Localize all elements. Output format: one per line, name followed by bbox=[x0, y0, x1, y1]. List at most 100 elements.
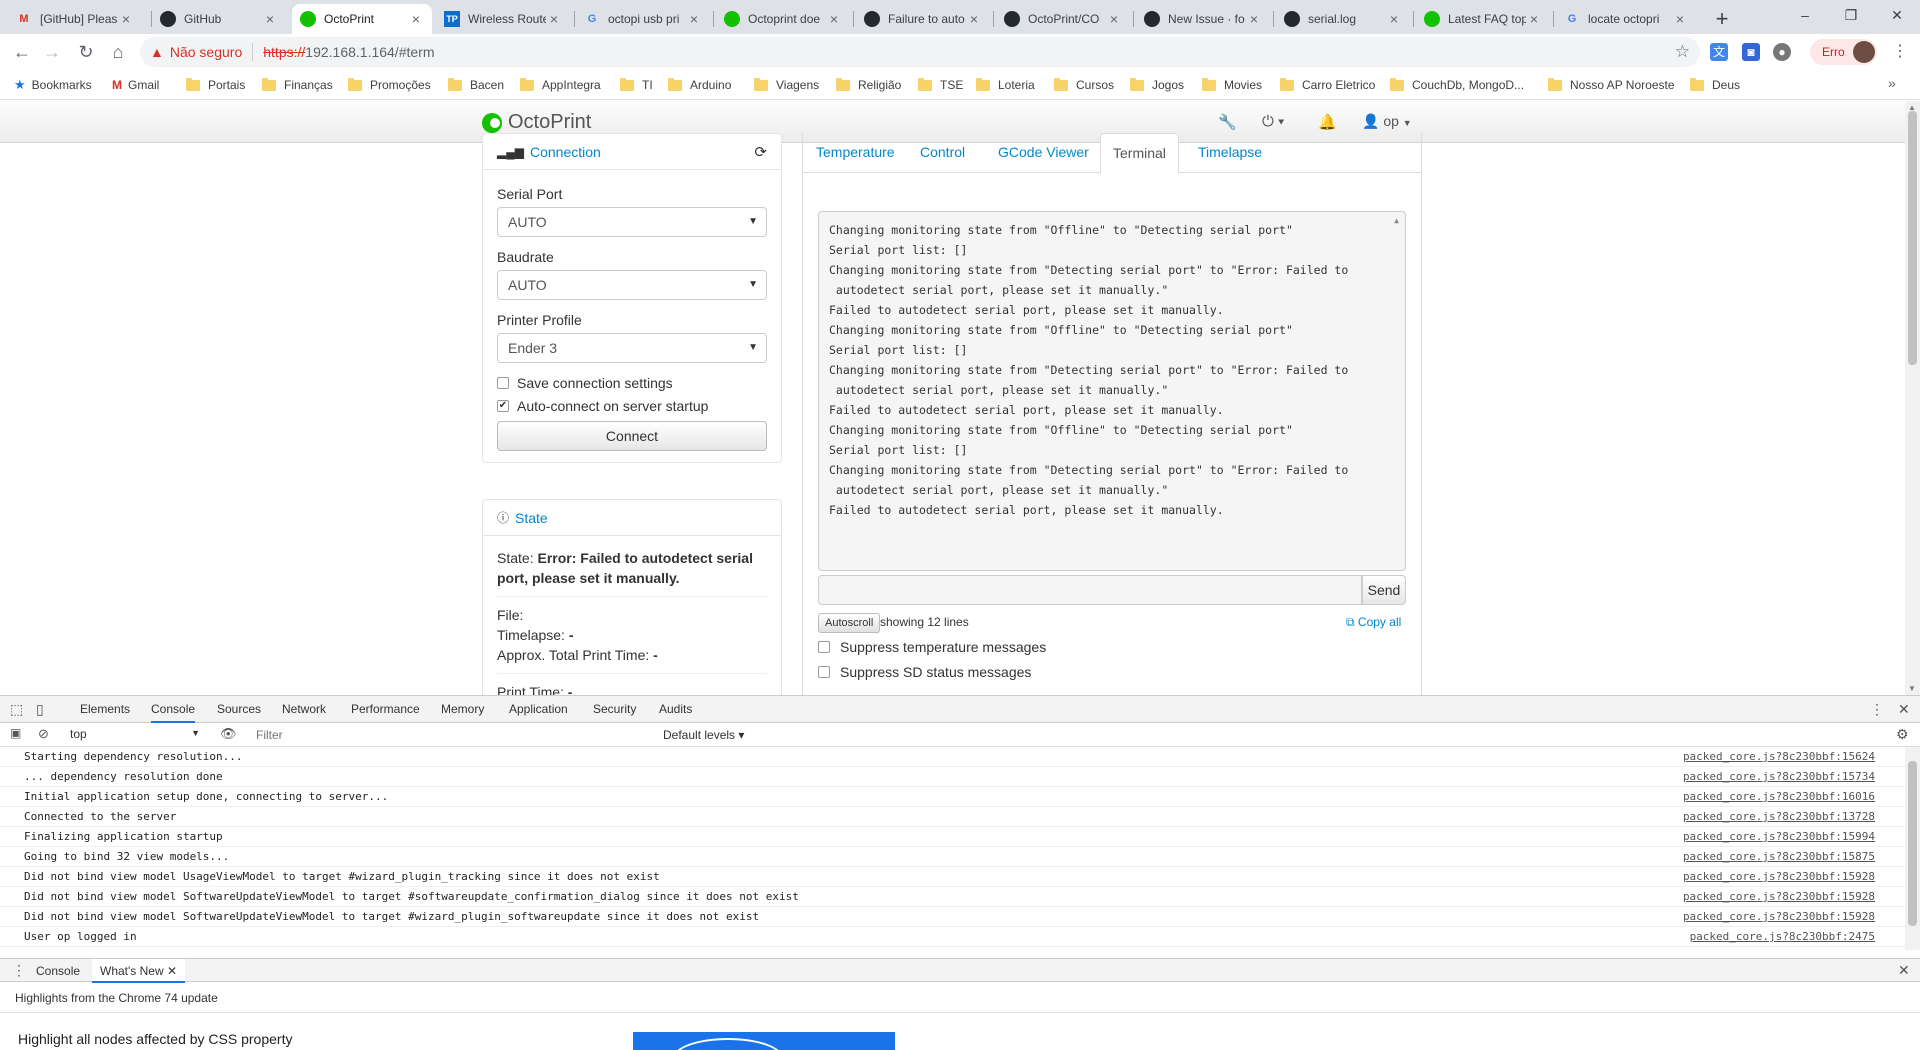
bookmark-item[interactable]: AppIntegra bbox=[520, 76, 601, 94]
console-source-link[interactable]: packed_core.js?8c230bbf:13728 bbox=[1683, 810, 1875, 823]
profile-button[interactable]: Erro bbox=[1810, 39, 1877, 65]
devtools-tab-application[interactable]: Application bbox=[509, 696, 568, 723]
device-toolbar-icon[interactable]: ▯ bbox=[36, 701, 44, 718]
close-tab-icon[interactable]: × bbox=[546, 11, 562, 27]
bookmarks-overflow-icon[interactable]: » bbox=[1888, 75, 1896, 91]
devtools-tab-elements[interactable]: Elements bbox=[80, 696, 130, 723]
bookmark-item[interactable]: TSE bbox=[918, 76, 963, 94]
console-source-link[interactable]: packed_core.js?8c230bbf:15734 bbox=[1683, 770, 1875, 783]
close-tab-icon[interactable]: × bbox=[1106, 11, 1122, 27]
scroll-up-icon[interactable]: ▲ bbox=[1394, 216, 1399, 225]
close-tab-icon[interactable]: × bbox=[262, 11, 278, 27]
scrollbar-thumb[interactable] bbox=[1908, 111, 1917, 365]
browser-menu-icon[interactable]: ⋮ bbox=[1890, 38, 1910, 66]
camera-extension-icon[interactable]: ◙ bbox=[1742, 43, 1760, 61]
browser-tab[interactable]: G locate octopri × bbox=[1556, 4, 1696, 34]
scrollbar-thumb[interactable] bbox=[1908, 761, 1917, 926]
bookmark-item[interactable]: Bacen bbox=[448, 76, 504, 94]
gear-icon[interactable]: ⚙ bbox=[1896, 726, 1909, 743]
bookmark-item[interactable]: Viagens bbox=[754, 76, 819, 94]
security-label[interactable]: Não seguro bbox=[170, 44, 242, 60]
translate-extension-icon[interactable]: 文 bbox=[1710, 43, 1728, 61]
browser-tab[interactable]: OctoPrint/CO × bbox=[996, 4, 1130, 34]
octoprint-brand[interactable]: OctoPrint bbox=[482, 111, 591, 134]
console-scrollbar[interactable] bbox=[1905, 747, 1920, 950]
eye-icon[interactable]: 👁 bbox=[220, 726, 237, 742]
browser-tab-active[interactable]: OctoPrint × bbox=[292, 4, 432, 34]
close-tab-icon[interactable]: × bbox=[1246, 11, 1262, 27]
baudrate-select[interactable]: AUTO ▼ bbox=[497, 270, 767, 300]
browser-tab[interactable]: GitHub × bbox=[152, 4, 286, 34]
console-source-link[interactable]: packed_core.js?8c230bbf:15928 bbox=[1683, 870, 1875, 883]
browser-tab[interactable]: Failure to auto × bbox=[856, 4, 990, 34]
bookmark-item[interactable]: Arduino bbox=[668, 76, 731, 94]
bookmark-item[interactable]: Finanças bbox=[262, 76, 333, 94]
bookmark-item[interactable]: Carro Eletrico bbox=[1280, 76, 1375, 94]
devtools-tab-console[interactable]: Console bbox=[151, 696, 196, 723]
browser-tab[interactable]: G octopi usb pri × bbox=[576, 4, 710, 34]
serial-port-select[interactable]: AUTO ▼ bbox=[497, 207, 767, 237]
console-source-link[interactable]: packed_core.js?8c230bbf:15928 bbox=[1683, 910, 1875, 923]
save-settings-checkbox[interactable]: Save connection settings bbox=[497, 375, 767, 391]
close-tab-icon[interactable]: × bbox=[686, 11, 702, 27]
browser-tab[interactable]: M [GitHub] Pleas × bbox=[8, 4, 142, 34]
autoscroll-button[interactable]: Autoscroll bbox=[818, 613, 881, 633]
close-window-icon[interactable]: ✕ bbox=[1874, 0, 1920, 30]
back-icon[interactable]: ← bbox=[8, 38, 36, 66]
user-menu[interactable]: 👤 op ▼ bbox=[1362, 113, 1412, 130]
close-tab-icon[interactable]: × bbox=[1672, 11, 1688, 27]
printer-profile-select[interactable]: Ender 3 ▼ bbox=[497, 333, 767, 363]
checkbox-box-checked[interactable]: ✔ bbox=[497, 400, 509, 412]
console-source-link[interactable]: packed_core.js?8c230bbf:2475 bbox=[1690, 930, 1875, 943]
bookmark-item[interactable]: Cursos bbox=[1054, 76, 1114, 94]
devtools-tab-network[interactable]: Network bbox=[282, 696, 326, 723]
tab-timelapse[interactable]: Timelapse bbox=[1186, 133, 1274, 173]
close-tab-icon[interactable]: × bbox=[408, 11, 424, 27]
new-tab-button[interactable]: + bbox=[1708, 6, 1736, 34]
close-tab-icon[interactable]: × bbox=[1526, 11, 1542, 27]
close-tab-icon[interactable]: × bbox=[826, 11, 842, 27]
bookmark-item[interactable]: Promoções bbox=[348, 76, 431, 94]
send-button[interactable]: Send bbox=[1362, 575, 1406, 605]
console-filter-input[interactable] bbox=[250, 725, 655, 745]
connect-button[interactable]: Connect bbox=[497, 421, 767, 451]
bookmark-item[interactable]: CouchDb, MongoD... bbox=[1390, 76, 1524, 94]
whats-new-item[interactable]: Highlight all nodes affected by CSS prop… bbox=[18, 1031, 292, 1047]
browser-tab[interactable]: Latest FAQ top × bbox=[1416, 4, 1550, 34]
devtools-tab-performance[interactable]: Performance bbox=[351, 696, 420, 723]
bookmark-item[interactable]: Nosso AP Noroeste bbox=[1548, 76, 1675, 94]
close-tab-icon[interactable]: × bbox=[1386, 11, 1402, 27]
extension-icon[interactable]: ● bbox=[1773, 43, 1791, 61]
maximize-icon[interactable]: ❐ bbox=[1828, 0, 1874, 30]
page-scrollbar[interactable]: ▲ ▼ bbox=[1905, 101, 1920, 695]
bookmark-item[interactable]: Portais bbox=[186, 76, 245, 94]
bookmark-item[interactable]: TI bbox=[620, 76, 653, 94]
browser-tab[interactable]: New Issue · fo × bbox=[1136, 4, 1270, 34]
state-header[interactable]: ⓘ State bbox=[483, 500, 781, 536]
bookmark-item[interactable]: Jogos bbox=[1130, 76, 1184, 94]
context-select[interactable]: top ▼ bbox=[70, 727, 200, 741]
wrench-icon[interactable]: 🔧 bbox=[1218, 113, 1237, 131]
copy-all-link[interactable]: ⧉ Copy all bbox=[1346, 615, 1401, 630]
devtools-tab-sources[interactable]: Sources bbox=[217, 696, 261, 723]
browser-tab[interactable]: Octoprint doe × bbox=[716, 4, 850, 34]
browser-tab[interactable]: serial.log × bbox=[1276, 4, 1410, 34]
checkbox-box[interactable] bbox=[497, 377, 509, 389]
minimize-icon[interactable]: – bbox=[1782, 0, 1828, 30]
console-source-link[interactable]: packed_core.js?8c230bbf:15928 bbox=[1683, 890, 1875, 903]
bookmark-item[interactable]: Religião bbox=[836, 76, 901, 94]
bell-icon[interactable]: 🔔 bbox=[1318, 113, 1337, 131]
autoconnect-checkbox[interactable]: ✔ Auto-connect on server startup bbox=[497, 398, 767, 414]
terminal-command-input[interactable] bbox=[818, 575, 1362, 605]
inspect-icon[interactable]: ⬚ bbox=[10, 701, 23, 718]
devtools-tab-security[interactable]: Security bbox=[593, 696, 636, 723]
close-drawer-icon[interactable]: ✕ bbox=[1898, 962, 1910, 979]
home-icon[interactable]: ⌂ bbox=[104, 38, 132, 66]
bookmark-star-icon[interactable]: ☆ bbox=[1675, 42, 1690, 62]
close-devtools-icon[interactable]: ✕ bbox=[1898, 701, 1910, 718]
bookmark-item[interactable]: ★ Bookmarks bbox=[14, 76, 92, 94]
bookmark-item[interactable]: M Gmail bbox=[112, 76, 159, 94]
drawer-menu-icon[interactable]: ⋮ bbox=[12, 962, 26, 979]
console-source-link[interactable]: packed_core.js?8c230bbf:15875 bbox=[1683, 850, 1875, 863]
connection-header[interactable]: ▂▄▆ Connection ⟳ bbox=[483, 134, 781, 170]
